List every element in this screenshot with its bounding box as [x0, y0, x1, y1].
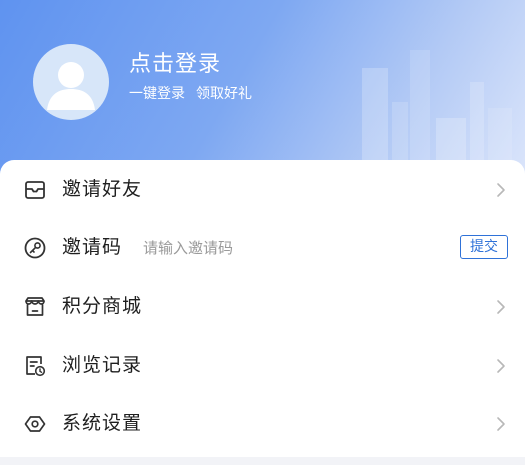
invite-code-input[interactable] — [143, 237, 433, 259]
menu-item-browsing-history[interactable]: 浏览记录 — [0, 336, 525, 394]
chevron-right-icon — [494, 182, 508, 198]
shop-icon — [22, 294, 48, 320]
chevron-right-icon — [494, 358, 508, 374]
login-subtitle[interactable]: 一键登录 领取好礼 — [129, 85, 252, 103]
menu-card: 邀请好友 邀请码 提交 积分商城 — [0, 160, 525, 457]
envelope-icon — [22, 177, 48, 203]
login-subtitle-right: 领取好礼 — [196, 86, 252, 102]
chevron-right-icon — [494, 299, 508, 315]
login-subtitle-left: 一键登录 — [129, 86, 185, 102]
user-placeholder-icon — [47, 62, 95, 110]
history-icon — [22, 353, 48, 379]
menu-item-invite-code: 邀请码 提交 — [0, 218, 525, 276]
key-icon — [22, 235, 48, 261]
profile-header: 点击登录 一键登录 领取好礼 — [0, 0, 525, 180]
submit-invite-code-button[interactable]: 提交 — [460, 235, 508, 259]
chevron-right-icon — [494, 416, 508, 432]
menu-item-label: 邀请码 — [62, 236, 123, 258]
menu-item-system-settings[interactable]: 系统设置 — [0, 394, 525, 452]
menu-item-points-mall[interactable]: 积分商城 — [0, 277, 525, 335]
avatar[interactable] — [33, 44, 109, 120]
menu-item-label: 浏览记录 — [62, 354, 143, 376]
menu-item-invite-friends[interactable]: 邀请好友 — [0, 160, 525, 218]
menu-item-label: 系统设置 — [62, 412, 143, 434]
login-title[interactable]: 点击登录 — [129, 52, 221, 78]
menu-item-label: 邀请好友 — [62, 178, 143, 200]
menu-item-label: 积分商城 — [62, 295, 143, 317]
settings-icon — [22, 411, 48, 437]
